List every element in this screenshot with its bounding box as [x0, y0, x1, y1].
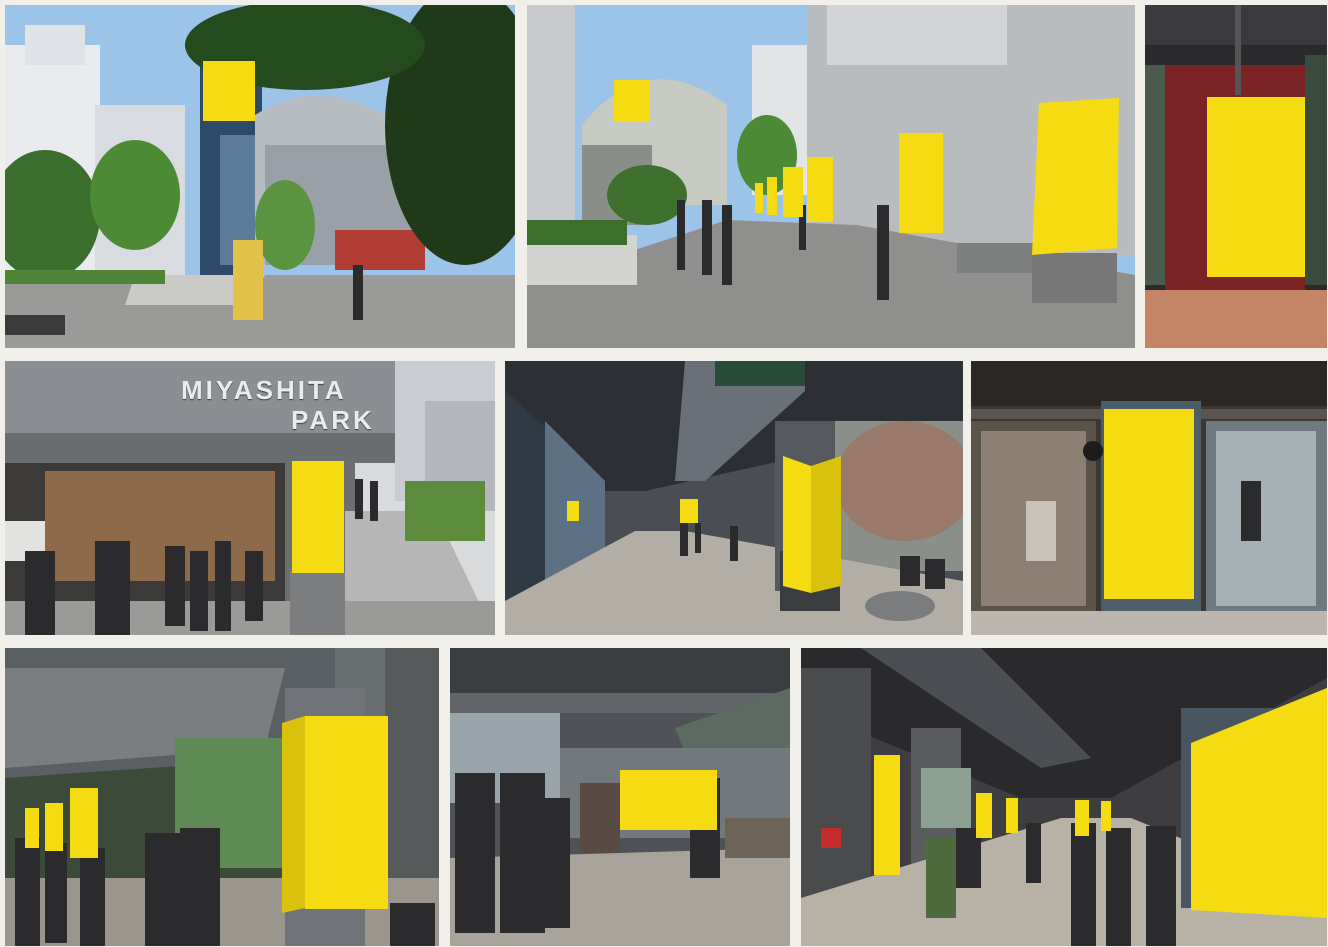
ad-panel: [811, 456, 841, 593]
ad-panel: [767, 177, 777, 215]
ad-panel: [305, 716, 388, 909]
photo-storefront-panel: [971, 361, 1327, 635]
ad-panel: [1075, 800, 1089, 836]
ad-panel: [620, 770, 717, 830]
ad-panel: [976, 793, 992, 838]
ad-panel: [1032, 98, 1119, 255]
ad-panel: [899, 133, 943, 233]
photo-arcade-large-panel: [801, 648, 1327, 946]
photo-park-entrance-stairs: MIYASHITA PARK: [5, 361, 495, 635]
ad-panel: [1101, 801, 1111, 831]
sign-park: PARK: [291, 405, 375, 435]
ad-panel: [45, 803, 63, 851]
photo-exterior-street-tower: [5, 5, 515, 348]
photo-exterior-walkway-columns: [527, 5, 1135, 348]
photo-corridor-glass-columns: [505, 361, 963, 635]
ad-panel: [292, 461, 344, 573]
photo-covered-walk-columns: [5, 648, 439, 946]
ad-panel: [807, 157, 833, 222]
ad-panel: [25, 808, 39, 848]
ad-panel: [70, 788, 98, 858]
photo-escalator-hall-panel: [450, 648, 790, 946]
ad-panel: [874, 755, 900, 875]
ad-panel: [1104, 409, 1194, 599]
ad-panel: [567, 501, 579, 521]
photo-interior-red-column: [1145, 5, 1327, 348]
ad-panel: [783, 167, 803, 217]
ad-panel: [755, 183, 763, 213]
ad-panel: [1006, 798, 1018, 833]
ad-panel: [282, 716, 305, 913]
ad-panel: [680, 499, 698, 523]
ad-panel: [614, 80, 650, 122]
ad-panel: [203, 61, 255, 121]
ad-panel: [1207, 97, 1305, 277]
ad-panel: [783, 456, 811, 593]
sign-miyashita: MIYASHITA: [181, 375, 347, 405]
